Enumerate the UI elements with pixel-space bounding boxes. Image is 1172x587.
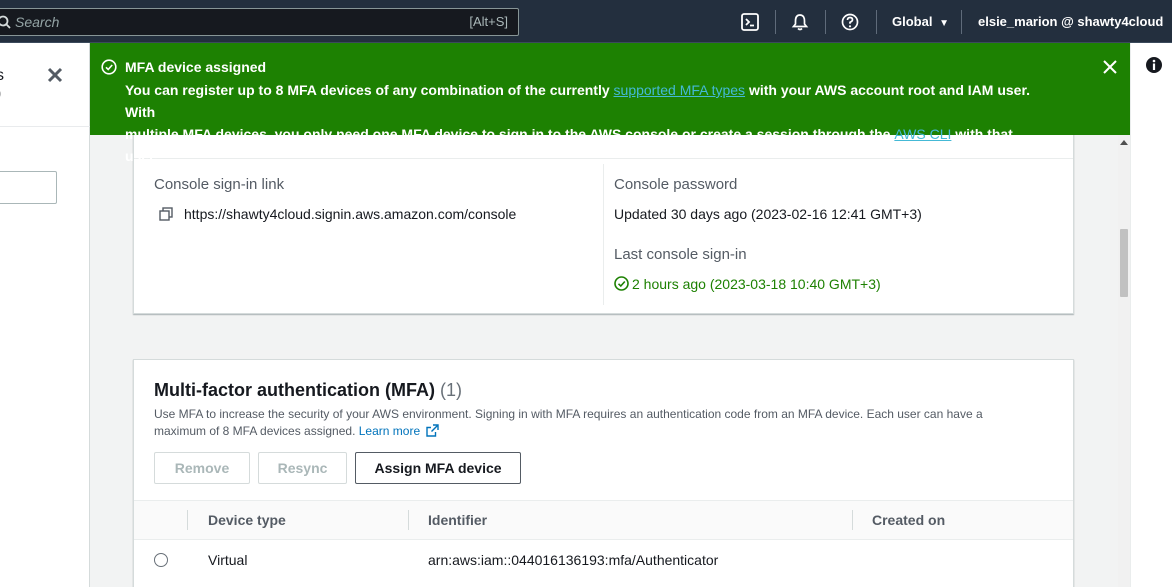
vertical-scrollbar[interactable] — [1118, 135, 1130, 587]
row-device-type: Virtual — [208, 552, 248, 568]
dismiss-close-icon[interactable] — [1102, 59, 1118, 75]
learn-more-link[interactable]: Learn more — [359, 424, 420, 438]
success-check-icon — [614, 276, 629, 294]
nav-divider — [876, 10, 877, 34]
nav-divider — [775, 10, 776, 34]
row-radio[interactable] — [154, 553, 168, 567]
scroll-up-arrow-icon[interactable] — [1120, 140, 1128, 145]
password-label: Console password — [614, 176, 738, 193]
search-input[interactable]: Search [Alt+S] — [0, 8, 519, 36]
account-menu[interactable]: elsie_marion @ shawty4cloud ▼ — [978, 14, 1172, 29]
column-separator — [187, 510, 188, 530]
column-header-identifier[interactable]: Identifier — [428, 512, 487, 528]
flash-line2-start: multiple MFA devices, you only need one … — [125, 126, 895, 142]
password-value: Updated 30 days ago (2023-02-16 12:41 GM… — [614, 206, 922, 222]
last-signin-label: Last console sign-in — [614, 246, 747, 263]
panel-title-fragment: ) — [0, 85, 1, 103]
info-icon[interactable] — [1145, 56, 1163, 74]
signin-link-value: https://shawty4cloud.signin.aws.amazon.c… — [184, 206, 517, 222]
supported-mfa-types-link[interactable]: supported MFA types — [614, 82, 746, 98]
signin-link-label: Console sign-in link — [154, 176, 285, 193]
success-check-icon — [101, 59, 117, 75]
scrollbar-thumb[interactable] — [1120, 229, 1128, 297]
nav-divider — [961, 10, 962, 34]
search-placeholder: Search — [15, 14, 60, 30]
mfa-description-line1: Use MFA to increase the security of your… — [154, 407, 983, 421]
bell-icon[interactable] — [790, 12, 810, 32]
resync-button[interactable]: Resync — [258, 452, 347, 484]
column-header-created-on[interactable]: Created on — [872, 512, 945, 528]
row-identifier: arn:aws:iam::044016136193:mfa/Authentica… — [428, 552, 719, 568]
flash-line1-start: You can register up to 8 MFA devices of … — [125, 82, 614, 98]
column-header-device-type[interactable]: Device type — [208, 512, 286, 528]
aws-cli-link[interactable]: AWS CLI — [894, 126, 951, 142]
flash-title: MFA device assigned — [125, 59, 267, 75]
right-tools-panel — [1130, 43, 1172, 587]
account-label: elsie_marion @ shawty4cloud — [978, 14, 1164, 29]
region-label: Global — [892, 14, 933, 29]
assign-mfa-device-button[interactable]: Assign MFA device — [355, 452, 521, 484]
last-signin-value: 2 hours ago (2023-03-18 10:40 GMT+3) — [632, 276, 881, 292]
mfa-description: Use MFA to increase the security of your… — [154, 406, 1054, 440]
search-shortcut-hint: [Alt+S] — [469, 14, 508, 29]
success-flash-banner: MFA device assigned You can register up … — [90, 43, 1130, 164]
column-divider — [603, 164, 604, 305]
external-link-icon — [426, 424, 440, 437]
panel-title-fragment: s — [0, 67, 4, 84]
mfa-title: Multi-factor authentication (MFA) (1) — [154, 380, 462, 401]
remove-button[interactable]: Remove — [154, 452, 250, 484]
panel-divider — [0, 126, 90, 127]
mfa-count: (1) — [440, 380, 462, 400]
nav-divider — [825, 10, 826, 34]
panel-filter-input[interactable] — [0, 171, 57, 204]
flash-message: You can register up to 8 MFA devices of … — [125, 79, 1045, 167]
copy-icon[interactable] — [159, 207, 173, 224]
column-separator — [852, 510, 853, 530]
terminal-icon[interactable] — [740, 12, 760, 32]
table-row[interactable]: Virtual arn:aws:iam::044016136193:mfa/Au… — [134, 540, 1073, 580]
column-separator — [408, 510, 409, 530]
region-selector[interactable]: Global ▼ — [892, 14, 949, 29]
top-navigation-bar: Search [Alt+S] Global ▼ elsie_marion @ s… — [0, 0, 1172, 43]
mfa-description-line2: maximum of 8 MFA devices assigned. — [154, 424, 359, 438]
question-circle-icon[interactable] — [840, 12, 860, 32]
search-icon — [0, 15, 11, 29]
mfa-title-text: Multi-factor authentication (MFA) — [154, 380, 435, 400]
close-icon[interactable] — [47, 67, 63, 83]
left-side-panel: s ) — [0, 43, 90, 587]
caret-down-icon: ▼ — [939, 18, 949, 29]
